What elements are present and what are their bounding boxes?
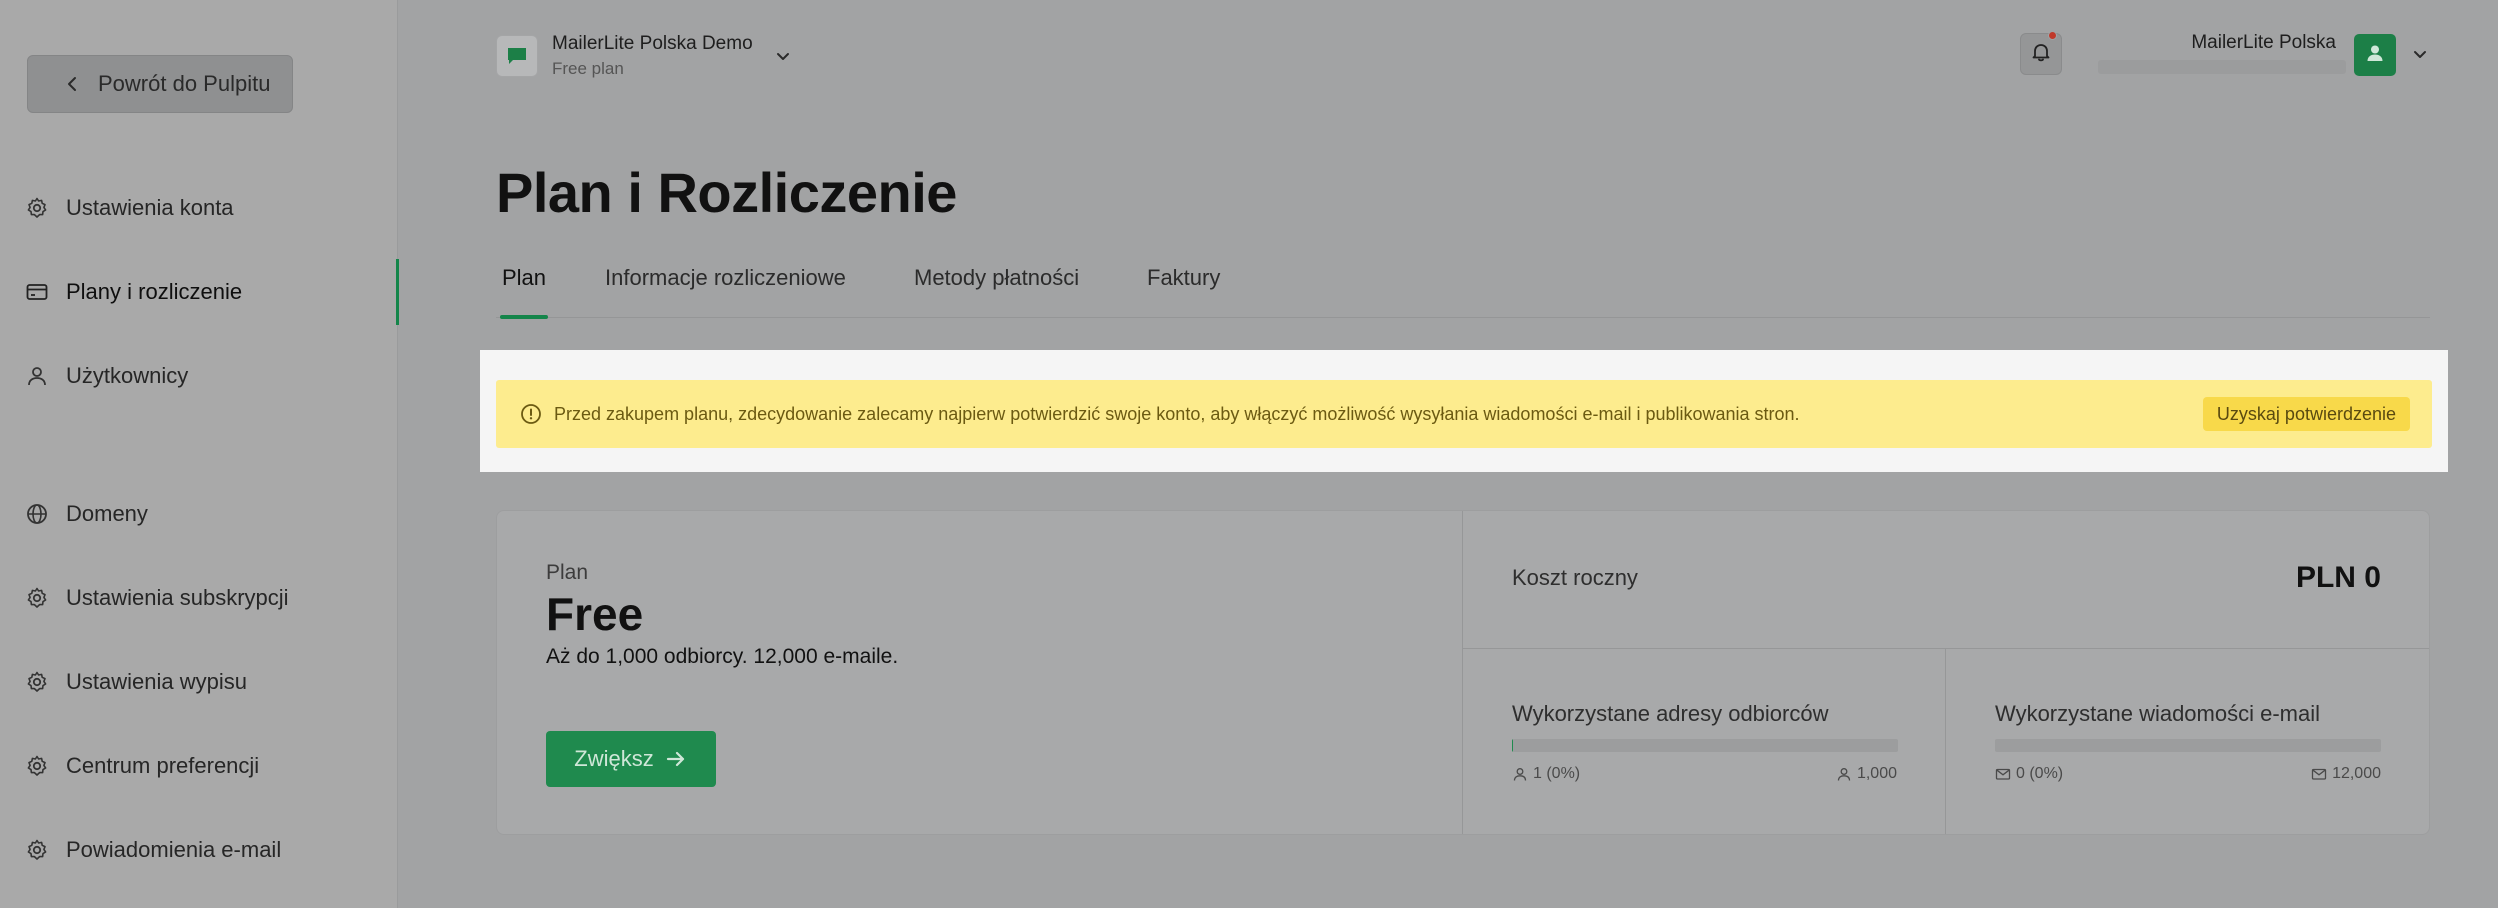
workspace-name: MailerLite Polska Demo bbox=[552, 33, 753, 54]
email-used-value: 0 (0%) bbox=[2016, 765, 2064, 782]
gear-icon bbox=[24, 837, 50, 863]
sidebar-item-label: Ustawienia wypisu bbox=[66, 669, 247, 694]
subscriber-limit: 1,000 bbox=[1836, 765, 1897, 783]
warning-circle-icon bbox=[520, 403, 542, 425]
workspace-logo bbox=[496, 35, 538, 77]
tab-invoices[interactable]: Faktury bbox=[1147, 265, 1220, 318]
gear-icon bbox=[24, 585, 50, 611]
plan-description: Aż do 1,000 odbiorcy. 12,000 e-maile. bbox=[546, 645, 899, 668]
chevron-down-icon[interactable] bbox=[2410, 44, 2430, 64]
page-title: Plan i Rozliczenie bbox=[496, 161, 957, 224]
sidebar: Powrót do Pulpitu Ustawienia konta Plany… bbox=[0, 0, 399, 908]
sidebar-item-account-settings[interactable]: Ustawienia konta bbox=[0, 178, 398, 238]
notification-dot bbox=[2048, 31, 2057, 40]
subscriber-usage: Wykorzystane adresy odbiorców 1 (0%) 1,0… bbox=[1463, 649, 1946, 834]
sidebar-item-preference-center[interactable]: Centrum preferencji bbox=[0, 736, 398, 796]
tab-billing-info[interactable]: Informacje rozliczeniowe bbox=[605, 265, 846, 318]
email-usage-bar bbox=[1995, 739, 2381, 752]
plan-card: Plan Free Aż do 1,000 odbiorcy. 12,000 e… bbox=[496, 510, 2430, 835]
annual-cost-section: Koszt roczny PLN 0 bbox=[1463, 511, 2429, 649]
sidebar-item-email-notifications[interactable]: Powiadomienia e-mail bbox=[0, 820, 398, 880]
sidebar-item-label: Ustawienia subskrypcji bbox=[66, 585, 289, 610]
credit-card-icon bbox=[24, 279, 50, 305]
subscriber-used-value: 1 (0%) bbox=[1533, 765, 1581, 782]
subscriber-limit-value: 1,000 bbox=[1856, 765, 1897, 782]
sidebar-item-subscription-settings[interactable]: Ustawienia subskrypcji bbox=[0, 568, 398, 628]
email-limit-value: 12,000 bbox=[2332, 765, 2381, 782]
upgrade-button[interactable]: Zwiększ bbox=[546, 731, 716, 787]
gear-icon bbox=[24, 195, 50, 221]
alert-message: Przed zakupem planu, zdecydowanie zaleca… bbox=[554, 403, 1800, 424]
sidebar-item-label: Centrum preferencji bbox=[66, 753, 260, 778]
workspace-text: MailerLite Polska Demo Free plan bbox=[552, 33, 753, 79]
gear-icon bbox=[24, 669, 50, 695]
notifications-button[interactable] bbox=[2020, 31, 2062, 75]
sidebar-item-users[interactable]: Użytkownicy bbox=[0, 346, 398, 406]
email-limit: 12,000 bbox=[2311, 765, 2381, 783]
account-menu[interactable]: MailerLite Polska bbox=[2098, 30, 2346, 78]
subscriber-usage-bar bbox=[1512, 739, 1898, 752]
verification-alert: Przed zakupem planu, zdecydowanie zaleca… bbox=[496, 380, 2432, 448]
user-icon bbox=[24, 363, 50, 389]
envelope-icon bbox=[1995, 766, 2011, 782]
sidebar-item-plans-billing[interactable]: Plany i rozliczenie bbox=[0, 259, 399, 325]
sidebar-item-label: Powiadomienia e-mail bbox=[66, 837, 282, 862]
plan-label: Plan bbox=[546, 561, 589, 584]
chevron-down-icon bbox=[773, 46, 793, 66]
subscriber-used: 1 (0%) bbox=[1512, 765, 1580, 783]
plan-name: Free bbox=[546, 588, 644, 640]
upgrade-label: Zwiększ bbox=[574, 746, 654, 771]
globe-icon bbox=[24, 501, 50, 527]
sidebar-item-label: Użytkownicy bbox=[66, 363, 189, 388]
plan-summary: Plan Free Aż do 1,000 odbiorcy. 12,000 e… bbox=[497, 511, 1463, 834]
account-name: MailerLite Polska bbox=[2191, 32, 2336, 53]
user-icon bbox=[1512, 766, 1528, 782]
email-usage-title: Wykorzystane wiadomości e-mail bbox=[1995, 701, 2321, 726]
workspace-plan: Free plan bbox=[552, 59, 624, 78]
get-verified-button[interactable]: Uzyskaj potwierdzenie bbox=[2202, 397, 2410, 431]
email-usage: Wykorzystane wiadomości e-mail 0 (0%) 12… bbox=[1946, 649, 2429, 834]
annual-cost-value: PLN 0 bbox=[2295, 561, 2381, 594]
chevron-left-icon bbox=[62, 73, 84, 95]
back-to-dashboard-button[interactable]: Powrót do Pulpitu bbox=[27, 55, 293, 113]
account-email-placeholder bbox=[2098, 60, 2346, 74]
sidebar-item-label: Ustawienia konta bbox=[66, 195, 234, 220]
sidebar-item-unsubscribe-settings[interactable]: Ustawienia wypisu bbox=[0, 652, 398, 712]
gear-icon bbox=[24, 753, 50, 779]
user-avatar-icon bbox=[2364, 42, 2386, 69]
arrow-right-icon bbox=[664, 747, 688, 771]
subscriber-usage-title: Wykorzystane adresy odbiorców bbox=[1512, 701, 1829, 726]
sidebar-item-label: Plany i rozliczenie bbox=[66, 279, 243, 304]
sidebar-item-domains[interactable]: Domeny bbox=[0, 484, 398, 544]
tab-plan[interactable]: Plan bbox=[499, 265, 549, 319]
tab-bar: Plan Informacje rozliczeniowe Metody pła… bbox=[496, 255, 2430, 319]
sidebar-item-label: Domeny bbox=[66, 501, 148, 526]
tab-payment-methods[interactable]: Metody płatności bbox=[914, 265, 1079, 318]
avatar[interactable] bbox=[2354, 34, 2396, 76]
email-used: 0 (0%) bbox=[1995, 765, 2063, 783]
envelope-icon bbox=[2311, 766, 2327, 782]
workspace-switcher[interactable]: MailerLite Polska Demo Free plan bbox=[496, 33, 793, 79]
annual-cost-label: Koszt roczny bbox=[1512, 565, 1638, 590]
user-icon bbox=[1836, 766, 1852, 782]
bell-icon bbox=[2030, 41, 2052, 68]
back-to-dashboard-label: Powrót do Pulpitu bbox=[98, 71, 271, 96]
